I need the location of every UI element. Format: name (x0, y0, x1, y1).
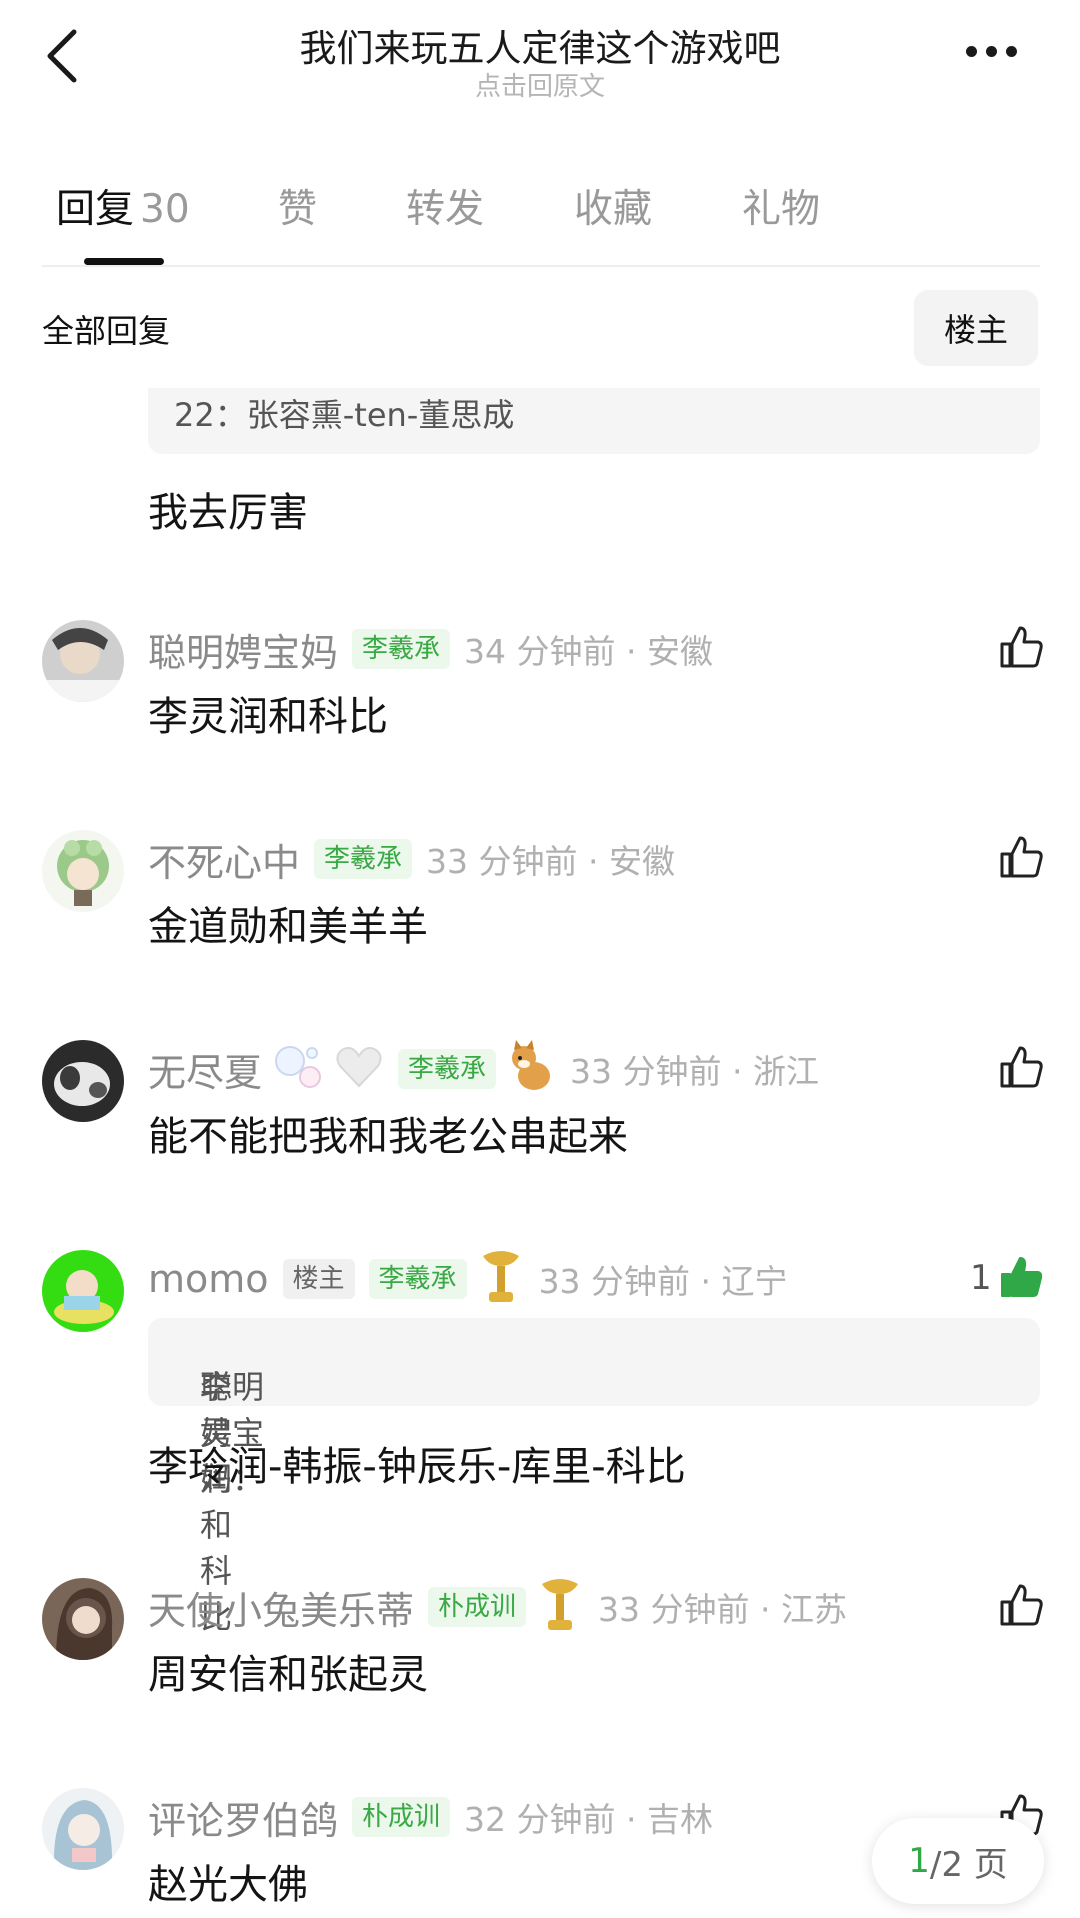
thumbs-up-icon[interactable] (998, 1044, 1044, 1090)
username[interactable]: 天使小兔美乐蒂 (148, 1580, 414, 1635)
tab-likes[interactable]: 赞 (278, 178, 317, 234)
quoted-comment[interactable]: 聪明娉宝妈： 李灵润和科比 (148, 1318, 1040, 1636)
username[interactable]: 评论罗伯鸽 (148, 1790, 338, 1845)
avatar[interactable] (42, 1578, 124, 1660)
timestamp: 32 分钟前 · 吉林 (464, 1800, 713, 1839)
shiba-dog-icon (506, 1040, 556, 1098)
timestamp: 33 分钟前 · 浙江 (570, 1052, 819, 1091)
fan-tag: 朴成训 (428, 1587, 527, 1627)
tab-replies-label: 回复 (56, 187, 135, 232)
avatar[interactable] (42, 1040, 124, 1122)
avatar[interactable] (42, 830, 124, 912)
comment-body: 金道勋和美羊羊 (148, 904, 428, 950)
reply-count: 30 (140, 187, 190, 232)
divider (42, 265, 1040, 267)
thumbs-up-icon[interactable] (998, 834, 1044, 880)
fan-tag: 李羲承 (368, 1259, 467, 1299)
comment-body: 周安信和张起灵 (148, 1652, 428, 1698)
timestamp: 34 分钟前 · 安徽 (464, 632, 713, 671)
all-replies-label: 全部回复 (42, 312, 171, 350)
username[interactable]: 无尽夏 (148, 1042, 262, 1097)
username[interactable]: 不死心中 (148, 832, 300, 887)
page-indicator[interactable]: 1/2 页 (872, 1818, 1044, 1904)
owner-only-button[interactable]: 楼主 (914, 290, 1038, 366)
page-title: 我们来玩五人定律这个游戏吧 (299, 27, 781, 70)
thumbs-up-filled-icon[interactable] (998, 1254, 1044, 1300)
timestamp: 33 分钟前 · 江苏 (598, 1590, 847, 1629)
active-tab-indicator (84, 258, 164, 265)
owner-badge: 楼主 (282, 1259, 355, 1299)
tab-reposts[interactable]: 转发 (406, 178, 484, 234)
tab-gifts[interactable]: 礼物 (742, 178, 820, 234)
fan-tag: 李羲承 (352, 629, 451, 669)
bubbles-icon (272, 1043, 324, 1095)
comment-body: 能不能把我和我老公串起来 (148, 1114, 628, 1160)
back-to-original-link[interactable]: 点击回原文 (0, 66, 1080, 103)
thumbs-up-icon[interactable] (998, 624, 1044, 670)
username[interactable]: 聪明娉宝妈 (148, 622, 338, 677)
thumbs-up-icon[interactable] (998, 1582, 1044, 1628)
quoted-reply: 22：张容熏-ten-董思成 (148, 388, 1040, 454)
avatar[interactable] (42, 1250, 124, 1332)
like-count: 1 (970, 1258, 992, 1298)
comment-body: 李灵润和科比 (148, 694, 388, 740)
tab-replies[interactable]: 回复 30 (56, 178, 190, 234)
gold-trophy-icon (536, 1576, 584, 1638)
timestamp: 33 分钟前 · 辽宁 (538, 1262, 788, 1301)
gold-trophy-icon (477, 1248, 525, 1310)
username[interactable]: momo (148, 1257, 269, 1301)
quoted-reply-text: 22：张容熏-ten-董思成 (174, 396, 515, 434)
tab-bar: 回复 30 赞 转发 收藏 礼物 (42, 178, 1042, 238)
comment-body: 李玲润-韩振-钟辰乐-库里-科比 (148, 1444, 686, 1490)
fan-tag: 李羲承 (314, 839, 413, 879)
total-pages: /2 页 (929, 1844, 1008, 1885)
current-page: 1 (908, 1841, 930, 1881)
more-options-icon[interactable] (966, 42, 1036, 72)
comment-body: 赵光大佛 (148, 1862, 308, 1908)
top-bar: 我们来玩五人定律这个游戏吧 点击回原文 (0, 0, 1080, 120)
white-heart-icon (334, 1044, 384, 1094)
avatar[interactable] (42, 620, 124, 702)
reply-body: 我去厉害 (148, 490, 308, 536)
avatar[interactable] (42, 1788, 124, 1870)
fan-tag: 朴成训 (352, 1797, 451, 1837)
fan-tag: 李羲承 (398, 1049, 497, 1089)
timestamp: 33 分钟前 · 安徽 (426, 842, 675, 881)
tab-favorites[interactable]: 收藏 (574, 178, 652, 234)
